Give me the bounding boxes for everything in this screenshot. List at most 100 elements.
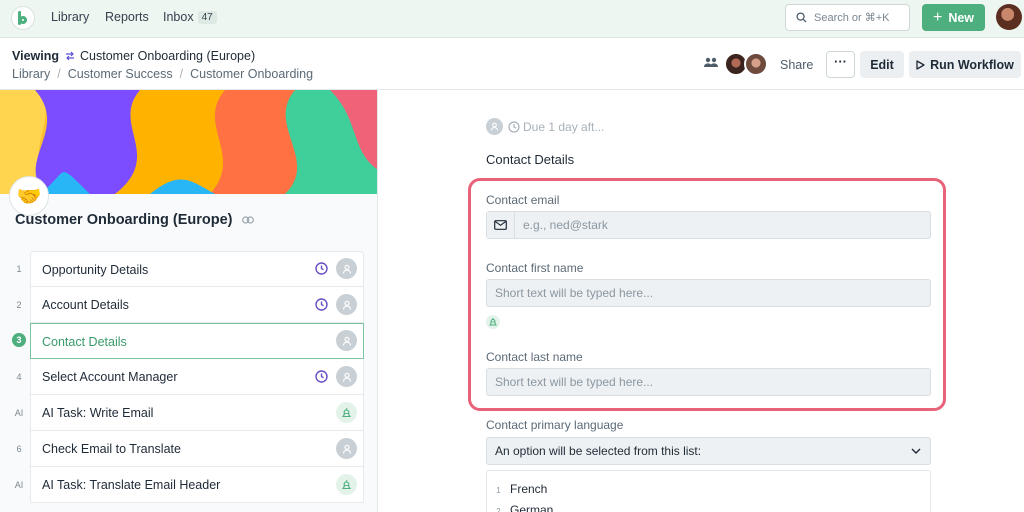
assignee-avatar[interactable] — [336, 258, 357, 279]
task-row[interactable]: 3 Contact Details — [0, 323, 377, 359]
task-number: AI — [14, 480, 24, 490]
task-number: 2 — [16, 300, 22, 310]
task-item[interactable]: AI Task: Translate Email Header — [30, 467, 364, 503]
ai-bell-icon[interactable] — [336, 474, 357, 495]
task-number: 3 — [12, 333, 26, 347]
task-form: Due 1 day aft... Contact Details Contact… — [378, 90, 1024, 512]
task-row[interactable]: 2 Account Details — [0, 287, 377, 323]
search-placeholder: Search or ⌘+K — [814, 12, 890, 24]
breadcrumb: Library / Customer Success / Customer Onboar… — [12, 67, 314, 81]
clock-icon[interactable] — [315, 262, 328, 275]
assignee-avatar[interactable] — [336, 366, 357, 387]
first-name-placeholder: Short text will be typed here... — [495, 286, 654, 300]
breadcrumb-customer-onboarding[interactable]: Customer Onboarding — [190, 67, 313, 81]
assignee-avatar[interactable] — [336, 294, 357, 315]
assignee-avatar[interactable] — [486, 118, 503, 135]
ai-bell-icon[interactable] — [336, 402, 357, 423]
option-number: 2 — [496, 507, 501, 512]
task-number: AI — [14, 408, 24, 418]
workflow-name: Customer Onboarding (Europe) — [80, 49, 256, 63]
contact-email-placeholder: e.g., ned@stark — [523, 218, 608, 232]
task-list: 1 Opportunity Details 2 Account Details 3 Con… — [0, 251, 377, 503]
contact-email-field[interactable]: e.g., ned@stark — [486, 211, 931, 239]
share-button[interactable]: Share — [780, 58, 813, 72]
top-nav: Library Reports Inbox 47 Search or ⌘+K + N… — [0, 0, 1024, 38]
contact-first-name-label: Contact first name — [486, 261, 584, 275]
ai-bell-icon[interactable] — [486, 315, 500, 329]
nav-reports[interactable]: Reports — [105, 10, 149, 24]
clock-icon[interactable] — [315, 298, 328, 311]
search-input[interactable]: Search or ⌘+K — [785, 4, 910, 31]
task-row[interactable]: 6 Check Email to Translate — [0, 431, 377, 467]
contact-last-name-field[interactable]: Short text will be typed here... — [486, 368, 931, 396]
assignees-icon[interactable] — [703, 56, 719, 70]
option-label: German — [510, 503, 554, 512]
last-name-placeholder: Short text will be typed here... — [495, 375, 654, 389]
nav-inbox-label: Inbox — [163, 10, 194, 24]
task-item[interactable]: Select Account Manager — [30, 359, 364, 395]
nav-inbox[interactable]: Inbox 47 — [163, 10, 217, 24]
language-option[interactable]: 2 German — [487, 503, 553, 512]
logo-mark — [18, 11, 28, 25]
task-row[interactable]: 4 Select Account Manager — [0, 359, 377, 395]
due-text[interactable]: Due 1 day aft... — [523, 120, 604, 134]
edit-button[interactable]: Edit — [860, 51, 904, 78]
task-number: 4 — [16, 372, 22, 382]
assignee-avatar[interactable] — [336, 438, 357, 459]
viewing-label: Viewing — [12, 49, 60, 63]
contact-last-name-label: Contact last name — [486, 350, 583, 364]
task-item[interactable]: AI Task: Write Email — [30, 395, 364, 431]
new-button-label: New — [948, 10, 975, 25]
run-workflow-button[interactable]: Run Workflow — [909, 51, 1021, 78]
user-avatar[interactable] — [996, 4, 1022, 30]
task-label: Select Account Manager — [42, 370, 178, 384]
workflow-icon — [66, 51, 75, 61]
run-workflow-label: Run Workflow — [930, 57, 1014, 72]
workflow-banner — [0, 90, 377, 194]
workflow-emoji[interactable]: 🤝 — [9, 176, 49, 216]
language-label: Contact primary language — [486, 418, 624, 432]
sidebar-title-text: Customer Onboarding (Europe) — [15, 212, 233, 228]
breadcrumb-library[interactable]: Library — [12, 67, 50, 81]
new-button[interactable]: + New — [922, 4, 985, 31]
person-icon — [490, 122, 499, 131]
clock-icon[interactable] — [315, 370, 328, 383]
task-row[interactable]: AI AI Task: Translate Email Header — [0, 467, 377, 503]
inbox-count-badge: 47 — [197, 11, 217, 24]
language-options: 1 French 2 German — [486, 470, 931, 512]
task-label: AI Task: Write Email — [42, 406, 154, 420]
nav-library[interactable]: Library — [51, 10, 89, 24]
task-item[interactable]: Opportunity Details — [30, 251, 364, 287]
envelope-icon — [487, 212, 515, 238]
plus-icon: + — [932, 8, 943, 26]
task-item[interactable]: Account Details — [30, 287, 364, 323]
contact-first-name-field[interactable]: Short text will be typed here... — [486, 279, 931, 307]
task-label: AI Task: Translate Email Header — [42, 478, 221, 492]
viewing-line: Viewing Customer Onboarding (Europe) — [12, 49, 255, 63]
sidebar-workflow-title: Customer Onboarding (Europe) — [15, 212, 254, 228]
language-option[interactable]: 1 French — [487, 482, 547, 496]
task-item[interactable]: Check Email to Translate — [30, 431, 364, 467]
search-icon — [796, 12, 807, 23]
task-row[interactable]: 1 Opportunity Details — [0, 251, 377, 287]
task-label: Check Email to Translate — [42, 442, 181, 456]
member-avatar[interactable] — [744, 52, 768, 76]
language-select-text: An option will be selected from this lis… — [495, 444, 702, 458]
more-options-button[interactable]: ··· — [826, 51, 855, 78]
task-number: 1 — [16, 264, 22, 274]
task-item[interactable]: Contact Details — [30, 323, 364, 359]
breadcrumb-customer-success[interactable]: Customer Success — [68, 67, 173, 81]
contact-email-label: Contact email — [486, 193, 560, 207]
language-select[interactable]: An option will be selected from this lis… — [486, 437, 931, 465]
app-logo[interactable] — [11, 6, 35, 30]
task-label: Contact Details — [42, 335, 127, 349]
due-info: Due 1 day aft... — [486, 118, 604, 135]
option-number: 1 — [496, 486, 501, 495]
section-title: Contact Details — [486, 152, 575, 167]
assignee-avatar[interactable] — [336, 330, 357, 351]
chevron-down-icon — [911, 448, 921, 454]
clock-icon — [508, 120, 520, 133]
link-icon[interactable] — [241, 216, 254, 224]
task-number: 6 — [16, 444, 22, 454]
task-row[interactable]: AI AI Task: Write Email — [0, 395, 377, 431]
